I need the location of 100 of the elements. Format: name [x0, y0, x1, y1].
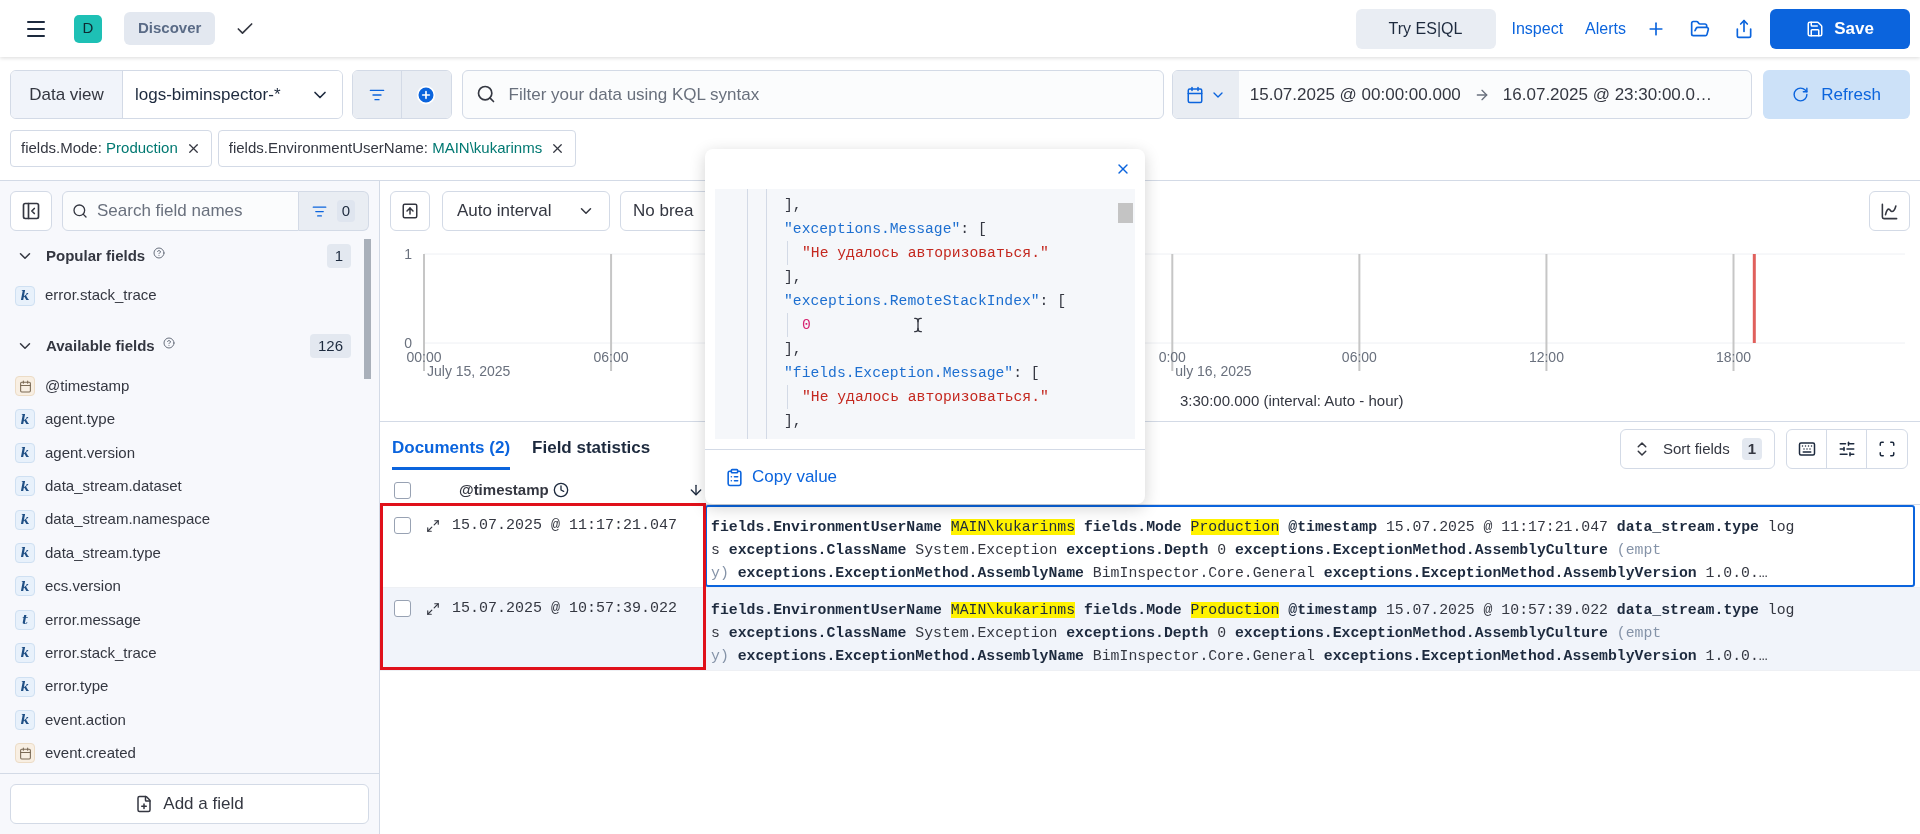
esql-button[interactable]: Try ES|QL	[1355, 8, 1496, 49]
field-type-icon: k	[15, 285, 35, 306]
axis-tick-label: 00:00	[406, 349, 442, 365]
field-name[interactable]: @timestamp	[45, 374, 130, 398]
header-link[interactable]: Inspect	[1511, 16, 1564, 41]
sliders-icon	[1837, 440, 1856, 458]
field-name[interactable]: agent.type	[45, 408, 116, 431]
chart-icon	[1880, 201, 1899, 221]
code-line: "exceptions.Message": [	[784, 220, 987, 239]
date-label: uly 16, 2025	[1175, 363, 1252, 379]
row-checkbox[interactable]	[394, 517, 411, 534]
row-checkbox[interactable]	[394, 600, 411, 617]
filter-label: fields.EnvironmentUserName: MAIN\kukarinms	[228, 138, 543, 159]
axis-tick-label: 0:00	[1158, 349, 1186, 365]
code-line: ],	[784, 268, 802, 287]
tab[interactable]: Field statistics	[532, 428, 651, 470]
expand-icon[interactable]	[426, 519, 440, 533]
filter-pill[interactable]: fields.EnvironmentUserName: MAIN\kukarinms	[217, 130, 577, 167]
field-type-icon: k	[15, 643, 35, 664]
field-name[interactable]: data_stream.type	[45, 541, 161, 565]
code-line: ],	[784, 340, 802, 359]
table-row[interactable]	[380, 505, 1920, 588]
filter-pill[interactable]: fields.Mode: Production	[10, 130, 212, 167]
summary-line: s exceptions.ClassName System.Exception exceptions.Depth 0 exceptions.ExceptionMethod.AssemblyCulture (empt	[711, 624, 1662, 643]
axis-tick-label: 0	[404, 335, 412, 351]
field-name[interactable]: error.type	[45, 675, 109, 698]
search-icon	[475, 84, 496, 104]
field-name[interactable]: event.created	[45, 742, 136, 765]
field-type-icon: k	[15, 476, 35, 497]
end-date[interactable]: 16.07.2025 @ 23:30:00.0…	[1502, 81, 1712, 108]
toggle-chart-button[interactable]	[390, 191, 430, 231]
axis-tick-label: 06:00	[593, 349, 629, 365]
scrollbar[interactable]	[364, 239, 371, 379]
field-name[interactable]: error.stack_trace	[45, 641, 157, 665]
section-title[interactable]: Available fields	[46, 335, 155, 358]
scrollbar[interactable]	[1118, 203, 1133, 223]
field-name[interactable]: error.stack_trace	[45, 284, 157, 307]
save-icon	[1806, 19, 1825, 38]
expand-icon[interactable]	[426, 602, 440, 616]
copy-value-button[interactable]: Copy value	[725, 464, 838, 490]
field-search[interactable]: Search field names	[62, 191, 299, 231]
panel-collapse-icon	[21, 201, 41, 221]
table-row[interactable]	[380, 588, 1920, 671]
share-icon[interactable]	[1734, 18, 1754, 39]
calendar-icon	[15, 743, 35, 764]
field-name[interactable]: data_stream.dataset	[45, 475, 182, 498]
field-type-icon: k	[15, 576, 35, 597]
add-field-button[interactable]: Add a field	[10, 784, 369, 824]
field-count: 126	[309, 334, 351, 359]
add-filter-button[interactable]	[402, 71, 451, 118]
app-badge[interactable]: Discover	[124, 12, 216, 45]
field-filter-button[interactable]: 0	[299, 191, 369, 231]
field-name[interactable]: data_stream.namespace	[45, 508, 211, 531]
summary-line: y) exceptions.ExceptionMethod.AssemblyName BimInspector.Core.General exceptions.ExceptionMethod.AssemblyVersion 1.0.0.…	[711, 647, 1768, 666]
histogram-bar[interactable]	[1752, 254, 1756, 343]
date-picker[interactable]: 15.07.2025 @ 00:00:00.000 16.07.2025 @ 23:30:00.0…	[1171, 70, 1753, 119]
refresh-button[interactable]: Refresh	[1763, 70, 1910, 119]
calendar-icon	[15, 376, 35, 397]
avatar[interactable]: D	[74, 14, 102, 43]
folder-icon[interactable]	[1690, 18, 1710, 39]
file-plus-icon	[135, 795, 154, 813]
interval-dropdown[interactable]: Auto interval	[442, 191, 610, 231]
keyboard-icon	[1797, 440, 1816, 458]
date-label: July 15, 2025	[427, 363, 511, 379]
calendar-icon[interactable]	[1185, 85, 1204, 104]
field-name[interactable]: ecs.version	[45, 575, 121, 598]
help-icon[interactable]	[153, 247, 166, 259]
search-icon	[72, 203, 88, 219]
tab[interactable]: Documents (2)	[392, 428, 511, 470]
sort-fields-button[interactable]: Sort fields 1	[1619, 429, 1775, 469]
start-date[interactable]: 15.07.2025 @ 00:00:00.000	[1249, 81, 1461, 108]
field-type-icon: k	[15, 509, 35, 530]
code-line: "exceptions.RemoteStackIndex": [	[784, 292, 1067, 311]
summary-line: y) exceptions.ExceptionMethod.AssemblyName BimInspector.Core.General exceptions.ExceptionMethod.AssemblyVersion 1.0.0.…	[711, 564, 1768, 583]
interval-note: 3:30:00.000 (interval: Auto - hour)	[1180, 390, 1404, 411]
timestamp-cell-text: 15.07.2025 @ 11:17:21.047	[452, 516, 678, 536]
summary-line: fields.EnvironmentUserName MAIN\kukarinms fields.Mode Production @timestamp 15.07.2025 @ 10:57:39.022 data_stream.type log	[711, 601, 1795, 620]
chart-options-button[interactable]	[1869, 191, 1910, 231]
help-icon[interactable]	[162, 337, 175, 350]
field-type-icon: t	[15, 609, 35, 630]
refresh-icon	[1792, 86, 1810, 103]
data-view-picker[interactable]: Data view logs-biminspector-*	[10, 70, 343, 119]
axis-tick-label: 1	[404, 246, 412, 262]
field-name[interactable]: error.message	[45, 608, 141, 632]
code-line: 0	[802, 316, 811, 335]
field-name[interactable]: agent.version	[45, 441, 136, 465]
field-name[interactable]: event.action	[45, 708, 126, 732]
save-button[interactable]: Save	[1770, 8, 1910, 49]
filter-icon	[311, 203, 327, 219]
summary-line: fields.EnvironmentUserName MAIN\kukarinms fields.Mode Production @timestamp 15.07.2025 @ 11:17:21.047 data_stream.type log	[711, 518, 1795, 537]
column-header[interactable]: @timestamp	[459, 478, 549, 502]
upload-icon	[401, 202, 419, 220]
select-all-checkbox[interactable]	[394, 481, 411, 499]
header-link[interactable]: Alerts	[1585, 16, 1626, 41]
collapse-button[interactable]	[10, 191, 52, 231]
field-type-icon: k	[15, 676, 35, 697]
field-type-icon: k	[15, 710, 35, 730]
section-title[interactable]: Popular fields	[46, 244, 146, 268]
search-field[interactable]: Filter your data using KQL syntax	[461, 70, 1164, 119]
clock-icon	[552, 482, 569, 498]
